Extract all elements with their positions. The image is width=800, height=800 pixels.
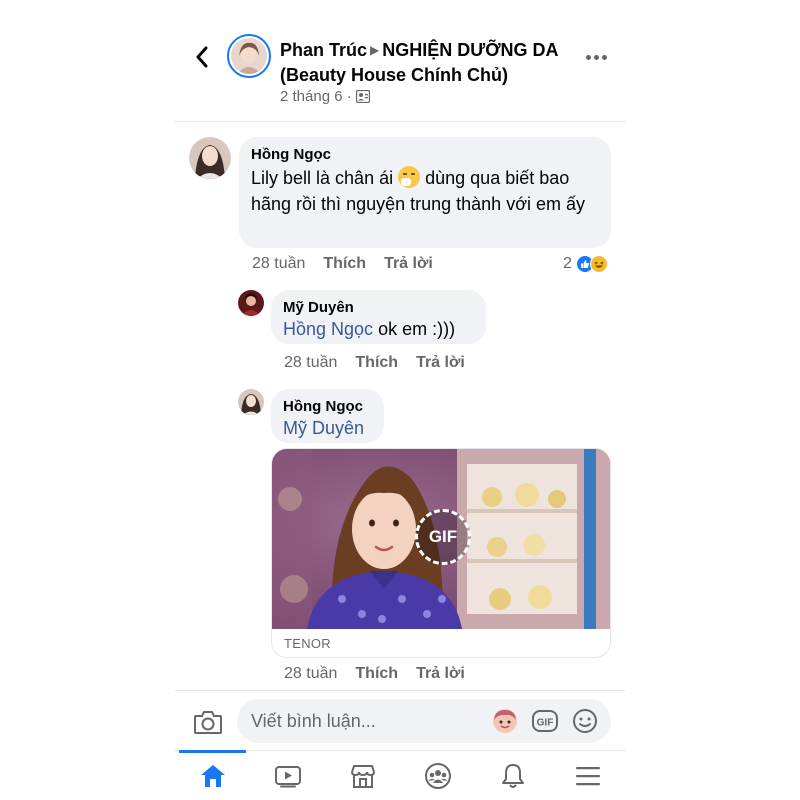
comment-time[interactable]: 28 tuần (284, 665, 337, 683)
nav-groups[interactable] (400, 751, 475, 800)
comment-text: Hồng Ngọc ok em :))) (283, 318, 474, 340)
comment-text-part: Lily bell là chân ái (251, 168, 394, 188)
comment-time[interactable]: 28 tuần (252, 255, 305, 273)
more-dot (601, 54, 607, 60)
gif-play-badge[interactable]: GIF (415, 509, 471, 565)
nav-marketplace[interactable] (325, 751, 400, 800)
comment-author[interactable]: Hồng Ngọc (251, 145, 599, 165)
author-name[interactable]: Phan Trúc (280, 40, 367, 60)
nav-notifications[interactable] (475, 751, 550, 800)
reply-bubble: Mỹ Duyên Hồng Ngọc ok em :))) (271, 290, 486, 344)
bell-icon (501, 763, 524, 788)
arrow-right-icon: ▶ (370, 43, 380, 57)
reply-bubble: Hồng Ngọc Mỹ Duyên (271, 389, 384, 443)
nav-menu[interactable] (550, 751, 625, 800)
gif-source-label: TENOR (284, 636, 331, 651)
comment-actions: 28 tuần Thích Trả lời (284, 354, 465, 372)
nav-watch[interactable] (250, 751, 325, 800)
gif-button[interactable]: GIF (531, 707, 559, 735)
like-button[interactable]: Thích (323, 255, 366, 273)
gif-attachment[interactable]: GIF TENOR (271, 448, 611, 658)
emoji-button[interactable] (571, 707, 599, 735)
avatar-sticker-button[interactable] (491, 707, 519, 735)
comment-time[interactable]: 28 tuần (284, 354, 337, 372)
post-title: Phan Trúc ▶ NGHIỆN DƯỠNG DA (Beauty House … (280, 38, 570, 88)
avatar[interactable] (238, 389, 264, 415)
app-screen: Phan Trúc ▶ NGHIỆN DƯỠNG DA (Beauty House … (175, 0, 625, 800)
reaction-count: 2 (563, 255, 572, 272)
group-privacy-icon (355, 90, 370, 103)
gif-image[interactable]: GIF (272, 449, 610, 629)
post-meta: 2 tháng 6 · (280, 88, 370, 105)
post-header: Phan Trúc ▶ NGHIỆN DƯỠNG DA (Beauty House … (175, 30, 625, 122)
gif-button-label: GIF (537, 718, 554, 729)
comment-author[interactable]: Hồng Ngọc (283, 397, 372, 417)
sneezing-face-emoji-icon (398, 166, 421, 188)
mention-link[interactable]: Mỹ Duyên (283, 418, 364, 438)
chevron-left-icon (196, 46, 208, 68)
comment-author[interactable]: Mỹ Duyên (283, 298, 474, 318)
comment-text-part: ok em :))) (378, 319, 456, 339)
back-button[interactable] (189, 42, 215, 72)
bottom-nav (175, 750, 625, 800)
avatar[interactable] (189, 137, 231, 179)
home-icon (200, 764, 225, 787)
comment-bubble: Hồng Ngọc Lily bell là chân ái dùng qua … (239, 137, 611, 248)
nav-home[interactable] (175, 750, 250, 800)
avatar[interactable] (238, 290, 264, 316)
like-button[interactable]: Thích (355, 665, 398, 683)
camera-button[interactable] (193, 709, 223, 735)
avatar-sticker-icon (493, 709, 517, 733)
hamburger-menu-icon (575, 766, 600, 785)
reply-button[interactable]: Trả lời (384, 255, 433, 273)
comment-actions: 28 tuần Thích Trả lời (284, 665, 465, 683)
like-button[interactable]: Thích (355, 354, 398, 372)
comment-composer: GIF (175, 690, 625, 750)
more-options-button[interactable] (581, 42, 611, 72)
reaction-summary[interactable]: 2 (563, 255, 608, 273)
marketplace-icon (350, 764, 375, 788)
comment-text: Mỹ Duyên (283, 417, 372, 439)
video-icon (274, 765, 301, 787)
comment-actions: 28 tuần Thích Trả lời (252, 255, 433, 273)
camera-icon (194, 711, 222, 734)
gif-icon: GIF (532, 710, 558, 732)
smiley-icon (573, 709, 597, 733)
more-dot (593, 54, 599, 60)
haha-reaction-icon (589, 255, 608, 273)
groups-icon (424, 762, 451, 789)
reply-button[interactable]: Trả lời (416, 354, 465, 372)
author-avatar[interactable] (227, 34, 271, 78)
post-date[interactable]: 2 tháng 6 · (280, 88, 352, 105)
more-dot (585, 54, 591, 60)
mention-link[interactable]: Hồng Ngọc (283, 319, 373, 339)
comment-text: Lily bell là chân ái dùng qua biết bao h… (251, 165, 599, 217)
reply-button[interactable]: Trả lời (416, 665, 465, 683)
